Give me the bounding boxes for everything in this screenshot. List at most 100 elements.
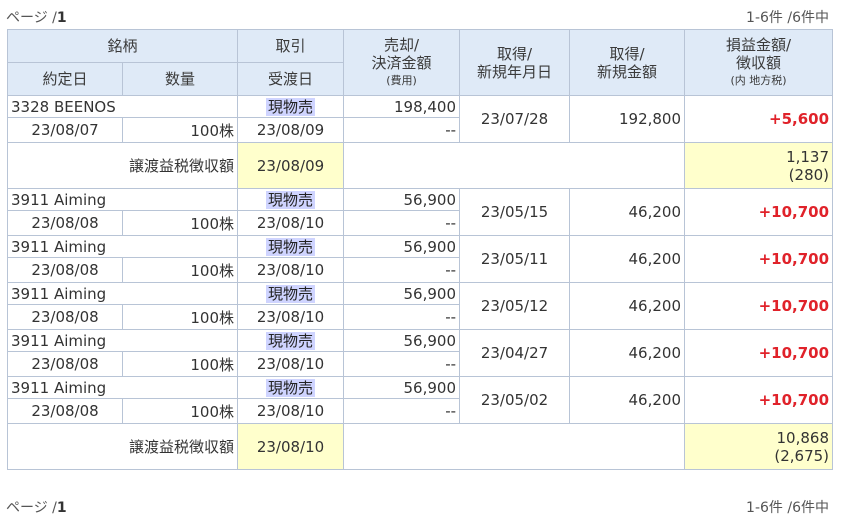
profit-amount: +10,700	[684, 376, 834, 424]
contract-date: 23/08/08	[7, 257, 123, 283]
acquisition-date: 23/04/27	[459, 329, 571, 377]
tax-amount: 10,868 (2,675)	[684, 423, 834, 470]
trade-type-label: 現物売	[266, 98, 316, 116]
fee: --	[343, 398, 461, 424]
profit-amount: +10,700	[684, 282, 834, 330]
quantity: 100株	[121, 210, 239, 236]
trade-type-label: 現物売	[266, 332, 316, 350]
header-pl-local-tax: (内 地方税)	[730, 73, 787, 87]
trade-type-label: 現物売	[266, 285, 316, 303]
tax-local-value: (280)	[788, 165, 830, 184]
sale-amount: 56,900	[343, 282, 461, 305]
page-indicator: ページ /1	[6, 497, 67, 517]
stock-name: 3911 Aiming	[6, 235, 239, 258]
trade-type: 現物売	[237, 376, 345, 399]
table-row: 3911 Aiming 現物売 56,900 23/04/27 46,200 +10,70…	[6, 329, 834, 377]
header-pl-line2: 徴収額	[736, 53, 782, 72]
delivery-date: 23/08/10	[237, 351, 345, 377]
header-sale-amount: 売却/ 決済金額 (費用)	[343, 29, 461, 96]
header-acq-amount-line1: 取得/	[609, 44, 645, 63]
trade-type: 現物売	[237, 235, 345, 258]
stock-name: 3911 Aiming	[6, 376, 239, 399]
header-sale-line1: 売却/	[383, 35, 420, 54]
contract-date: 23/08/08	[7, 351, 123, 377]
acquisition-date: 23/07/28	[459, 95, 571, 143]
tax-row: 譲渡益税徴収額 23/08/09 1,137 (280)	[6, 142, 834, 189]
header-pl-line1: 損益金額/	[725, 35, 792, 54]
page-indicator: ページ /1	[6, 7, 67, 27]
sale-amount: 56,900	[343, 188, 461, 211]
stock-name: 3911 Aiming	[6, 188, 239, 211]
fee: --	[343, 257, 461, 283]
header-sale-line2: 決済金額	[371, 53, 432, 72]
sale-amount: 56,900	[343, 376, 461, 399]
tax-amount-value: 10,868	[776, 428, 830, 447]
contract-date: 23/08/08	[7, 210, 123, 236]
table-row: 3911 Aiming 現物売 56,900 23/05/15 46,200 +10,70…	[6, 188, 834, 236]
header-contract-date: 約定日	[7, 62, 123, 96]
tax-date: 23/08/09	[237, 142, 345, 189]
fee: --	[343, 351, 461, 377]
tax-label: 譲渡益税徴収額	[6, 423, 239, 470]
quantity: 100株	[121, 304, 239, 330]
profit-amount: +10,700	[684, 329, 834, 377]
tax-amount: 1,137 (280)	[684, 142, 834, 189]
trade-type: 現物売	[237, 95, 345, 118]
fee: --	[343, 117, 461, 143]
header-fee: (費用)	[386, 73, 417, 87]
quantity: 100株	[121, 351, 239, 377]
delivery-date: 23/08/10	[237, 257, 345, 283]
table-row: 3911 Aiming 現物売 56,900 23/05/02 46,200 +10,70…	[6, 376, 834, 424]
tax-amount-value: 1,137	[786, 147, 830, 166]
group-aiming-tax: 譲渡益税徴収額 23/08/10 10,868 (2,675)	[6, 423, 834, 470]
header-delivery-date: 受渡日	[237, 62, 345, 96]
header-quantity: 数量	[121, 62, 239, 96]
sale-amount: 198,400	[343, 95, 461, 118]
tax-empty	[343, 142, 686, 189]
acquisition-amount: 46,200	[569, 329, 686, 377]
result-range: 1-6件 /6件中	[746, 10, 829, 26]
tax-row: 譲渡益税徴収額 23/08/10 10,868 (2,675)	[6, 423, 834, 470]
contract-date: 23/08/08	[7, 398, 123, 424]
realized-gains-table: 銘柄 取引 売却/ 決済金額 (費用) 取得/ 新規年月日 取得/ 新規金額 損…	[6, 29, 834, 470]
acquisition-amount: 46,200	[569, 188, 686, 236]
page-label: ページ /	[6, 500, 57, 516]
fee: --	[343, 210, 461, 236]
header-acq-amount: 取得/ 新規金額	[569, 29, 686, 96]
trade-type: 現物売	[237, 188, 345, 211]
header-trade: 取引	[237, 29, 345, 63]
sale-amount: 56,900	[343, 329, 461, 352]
acquisition-date: 23/05/02	[459, 376, 571, 424]
contract-date: 23/08/08	[7, 304, 123, 330]
quantity: 100株	[121, 117, 239, 143]
stock-name: 3911 Aiming	[6, 329, 239, 352]
pager-bottom: ページ /1 1-6件 /6件中	[0, 494, 841, 516]
header-profit-loss: 損益金額/ 徴収額 (内 地方税)	[684, 29, 834, 96]
trade-type-label: 現物売	[266, 238, 316, 256]
header-stock: 銘柄	[6, 29, 239, 63]
header-acq-amount-line2: 新規金額	[597, 62, 658, 81]
acquisition-date: 23/05/12	[459, 282, 571, 330]
group-aiming: 3911 Aiming 現物売 56,900 23/05/15 46,200 +10,70…	[6, 188, 834, 424]
page-number: 1	[56, 10, 67, 26]
delivery-date: 23/08/10	[237, 304, 345, 330]
acquisition-date: 23/05/15	[459, 188, 571, 236]
delivery-date: 23/08/09	[237, 117, 345, 143]
page-number: 1	[56, 500, 67, 516]
tax-empty	[343, 423, 686, 470]
trade-type-label: 現物売	[266, 191, 316, 209]
delivery-date: 23/08/10	[237, 398, 345, 424]
profit-amount: +5,600	[684, 95, 834, 143]
table-row: 3911 Aiming 現物売 56,900 23/05/11 46,200 +10,70…	[6, 235, 834, 283]
table-header: 銘柄 取引 売却/ 決済金額 (費用) 取得/ 新規年月日 取得/ 新規金額 損…	[6, 29, 834, 96]
acquisition-amount: 46,200	[569, 376, 686, 424]
table-row: 3328 BEENOS 現物売 198,400 23/07/28 192,800…	[6, 95, 834, 143]
acquisition-amount: 46,200	[569, 282, 686, 330]
header-acq-date-line1: 取得/	[496, 44, 533, 63]
quantity: 100株	[121, 257, 239, 283]
delivery-date: 23/08/10	[237, 210, 345, 236]
table-row: 3911 Aiming 現物売 56,900 23/05/12 46,200 +10,70…	[6, 282, 834, 330]
stock-name: 3328 BEENOS	[6, 95, 239, 118]
quantity: 100株	[121, 398, 239, 424]
acquisition-amount: 46,200	[569, 235, 686, 283]
